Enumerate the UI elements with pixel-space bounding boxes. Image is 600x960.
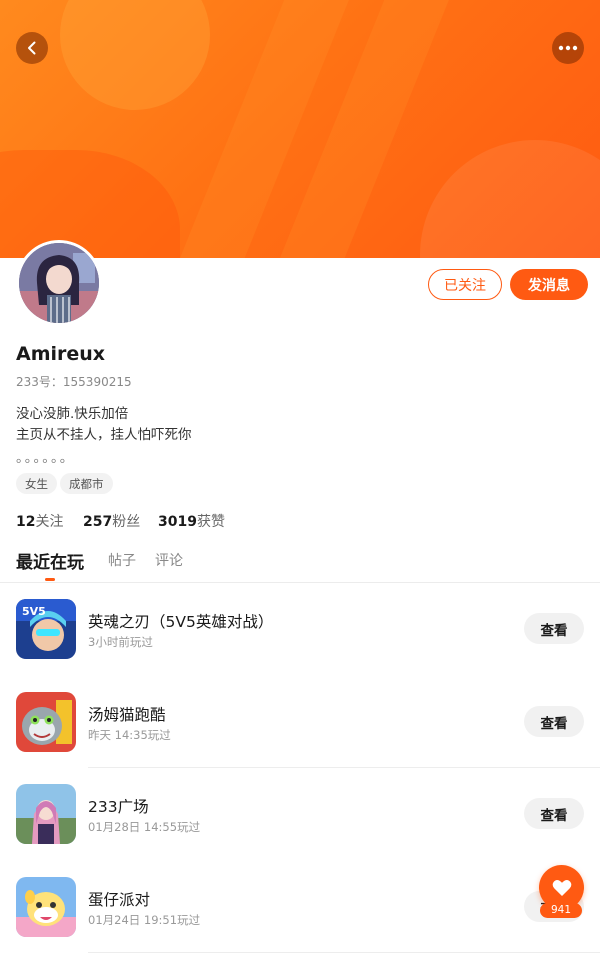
svg-text:5V5: 5V5: [22, 605, 46, 618]
heart-icon: [552, 879, 571, 896]
likes-count: 3019: [158, 514, 197, 530]
view-button[interactable]: 查看: [524, 798, 584, 829]
fans-stat[interactable]: 257粉丝: [83, 511, 140, 531]
view-button[interactable]: 查看: [524, 613, 584, 644]
avatar-image: [19, 243, 99, 323]
banner-decoration: [0, 150, 180, 258]
banner-decoration: [420, 140, 600, 258]
profile-banner: [0, 0, 600, 258]
bio-line: 主页从不挂人，挂人怕吓死你: [16, 427, 192, 443]
game-icon: [16, 784, 76, 844]
game-title: 233广场: [88, 798, 149, 816]
like-count-badge: 941: [540, 903, 582, 918]
game-list-item[interactable]: 汤姆猫跑酷 昨天 14:35玩过 查看: [0, 676, 600, 768]
view-button[interactable]: 查看: [524, 706, 584, 737]
more-horizontal-icon: [558, 45, 578, 51]
following-stat[interactable]: 12关注: [16, 511, 63, 531]
bio-line: 没心没肺.快乐加倍: [16, 406, 129, 422]
tab-posts[interactable]: 帖子: [108, 550, 136, 570]
city-tag: 成都市: [60, 473, 113, 494]
game-list-item[interactable]: 233广场 01月28日 14:55玩过 查看: [0, 768, 600, 860]
game-list-item[interactable]: 5V5 英魂之刃（5V5英雄对战） 3小时前玩过 查看: [0, 583, 600, 675]
avatar[interactable]: [16, 240, 102, 326]
fans-count: 257: [83, 514, 113, 530]
last-played-time: 3小时前玩过: [88, 635, 153, 649]
game-icon: 5V5: [16, 599, 76, 659]
game-icon: [16, 692, 76, 752]
back-button[interactable]: [16, 32, 48, 64]
divider: [88, 952, 600, 953]
gender-tag: 女生: [16, 473, 57, 494]
username: Amireux: [16, 343, 106, 365]
game-title: 蛋仔派对: [88, 891, 151, 909]
chevron-left-icon: [28, 41, 36, 55]
game-list-item[interactable]: 蛋仔派对 01月24日 19:51玩过 查看: [0, 861, 600, 953]
game-title: 英魂之刃（5V5英雄对战）: [88, 613, 274, 631]
followed-button[interactable]: 已关注: [428, 269, 502, 300]
last-played-time: 01月28日 14:55玩过: [88, 820, 201, 834]
game-title: 汤姆猫跑酷: [88, 706, 166, 724]
active-tab-indicator: [45, 578, 55, 581]
following-count: 12: [16, 514, 36, 530]
likes-stat[interactable]: 3019获赞: [158, 511, 225, 531]
send-message-button[interactable]: 发消息: [510, 269, 588, 300]
tab-comments[interactable]: 评论: [155, 550, 183, 570]
following-label: 关注: [35, 514, 64, 530]
bio-line: 。。。。。。: [16, 450, 76, 466]
user-id: 233号：155390215: [16, 375, 132, 389]
banner-decoration: [60, 0, 210, 110]
likes-label: 获赞: [196, 514, 225, 530]
fans-label: 粉丝: [112, 514, 141, 530]
more-button[interactable]: [552, 32, 584, 64]
last-played-time: 01月24日 19:51玩过: [88, 913, 201, 927]
game-icon: [16, 877, 76, 937]
last-played-time: 昨天 14:35玩过: [88, 728, 171, 742]
tab-recently-played[interactable]: 最近在玩: [16, 548, 84, 573]
